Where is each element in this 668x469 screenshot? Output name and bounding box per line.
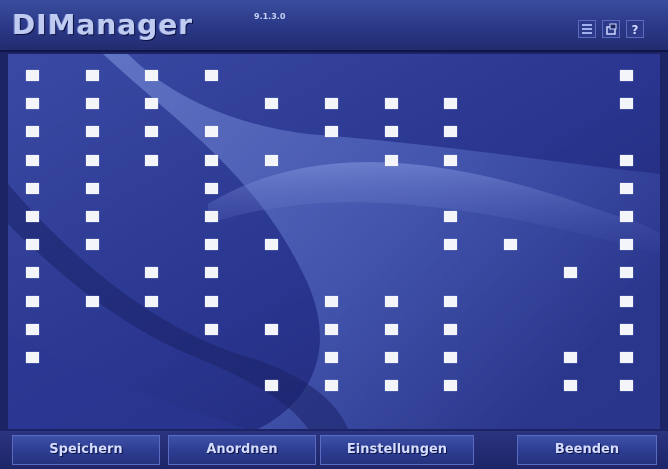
desktop-slot[interactable] (564, 352, 577, 363)
desktop-slot[interactable] (385, 296, 398, 307)
beenden-button[interactable]: Beenden (517, 435, 657, 465)
desktop-slot[interactable] (564, 267, 577, 278)
desktop-slot[interactable] (205, 70, 218, 81)
desktop-slot[interactable] (145, 70, 158, 81)
desktop-slot[interactable] (26, 324, 39, 335)
app-title: DIManager (12, 8, 194, 41)
desktop-slot[interactable] (26, 155, 39, 166)
app-window: DIManager 9.1.3.0 ? Speichern Anordnen E… (0, 0, 668, 469)
app-version: 9.1.3.0 (254, 12, 286, 21)
desktop-slot[interactable] (205, 155, 218, 166)
desktop-slot[interactable] (26, 352, 39, 363)
desktop-slot[interactable] (325, 380, 338, 391)
desktop-slot[interactable] (620, 239, 633, 250)
desktop-slot[interactable] (86, 239, 99, 250)
desktop-slot[interactable] (86, 183, 99, 194)
desktop-slot[interactable] (86, 70, 99, 81)
desktop-slot[interactable] (325, 324, 338, 335)
desktop-slot[interactable] (444, 296, 457, 307)
restore-icon[interactable] (602, 20, 620, 38)
desktop-slot[interactable] (325, 352, 338, 363)
desktop-slot[interactable] (26, 211, 39, 222)
desktop-slot[interactable] (205, 239, 218, 250)
desktop-slot[interactable] (385, 352, 398, 363)
desktop-slot[interactable] (620, 211, 633, 222)
desktop-slot[interactable] (504, 239, 517, 250)
desktop-slot[interactable] (325, 126, 338, 137)
menu-icon[interactable] (578, 20, 596, 38)
speichern-button[interactable]: Speichern (12, 435, 160, 465)
desktop-slot[interactable] (26, 296, 39, 307)
desktop-slot[interactable] (145, 98, 158, 109)
einstellungen-button[interactable]: Einstellungen (320, 435, 474, 465)
desktop-slot[interactable] (564, 380, 577, 391)
desktop-slot[interactable] (26, 239, 39, 250)
desktop-slot[interactable] (620, 324, 633, 335)
desktop-slot[interactable] (86, 211, 99, 222)
desktop-slot[interactable] (385, 380, 398, 391)
desktop-slot[interactable] (205, 211, 218, 222)
desktop-slot[interactable] (620, 98, 633, 109)
desktop-slot[interactable] (205, 324, 218, 335)
desktop-slot[interactable] (26, 126, 39, 137)
desktop-slot[interactable] (145, 155, 158, 166)
desktop-slot[interactable] (385, 155, 398, 166)
desktop-slot[interactable] (86, 126, 99, 137)
bottom-toolbar: Speichern Anordnen Einstellungen Beenden (0, 431, 668, 469)
desktop-slot[interactable] (86, 155, 99, 166)
desktop-slot[interactable] (444, 380, 457, 391)
desktop-slot[interactable] (385, 98, 398, 109)
title-bar[interactable]: DIManager 9.1.3.0 ? (0, 0, 668, 52)
desktop-slot[interactable] (620, 267, 633, 278)
desktop-slot[interactable] (265, 380, 278, 391)
desktop-slot[interactable] (444, 211, 457, 222)
desktop-slot[interactable] (444, 239, 457, 250)
desktop-slot[interactable] (620, 155, 633, 166)
desktop-slot[interactable] (620, 70, 633, 81)
desktop-slot[interactable] (26, 267, 39, 278)
desktop-slot[interactable] (265, 155, 278, 166)
desktop-slot[interactable] (265, 324, 278, 335)
help-icon[interactable]: ? (626, 20, 644, 38)
desktop-slot[interactable] (205, 267, 218, 278)
desktop-slot[interactable] (620, 352, 633, 363)
desktop-slot[interactable] (325, 296, 338, 307)
desktop-area[interactable] (8, 54, 660, 429)
desktop-slot[interactable] (444, 352, 457, 363)
desktop-slot[interactable] (265, 98, 278, 109)
desktop-slot[interactable] (620, 296, 633, 307)
svg-text:?: ? (632, 23, 639, 37)
desktop-slot[interactable] (205, 183, 218, 194)
desktop-slot[interactable] (86, 296, 99, 307)
desktop-slot[interactable] (26, 183, 39, 194)
desktop-slot[interactable] (205, 296, 218, 307)
desktop-wallpaper (8, 54, 660, 429)
desktop-slot[interactable] (145, 296, 158, 307)
desktop-slot[interactable] (86, 98, 99, 109)
desktop-slot[interactable] (385, 324, 398, 335)
desktop-slot[interactable] (145, 267, 158, 278)
desktop-slot[interactable] (26, 70, 39, 81)
desktop-slot[interactable] (265, 239, 278, 250)
desktop-slot[interactable] (385, 126, 398, 137)
desktop-slot[interactable] (26, 98, 39, 109)
desktop-slot[interactable] (444, 155, 457, 166)
desktop-slot[interactable] (444, 324, 457, 335)
desktop-slot[interactable] (620, 183, 633, 194)
anordnen-button[interactable]: Anordnen (168, 435, 316, 465)
desktop-slot[interactable] (620, 380, 633, 391)
desktop-slot[interactable] (444, 126, 457, 137)
desktop-slot[interactable] (205, 126, 218, 137)
desktop-slot[interactable] (325, 98, 338, 109)
desktop-slot[interactable] (444, 98, 457, 109)
desktop-slot[interactable] (145, 126, 158, 137)
